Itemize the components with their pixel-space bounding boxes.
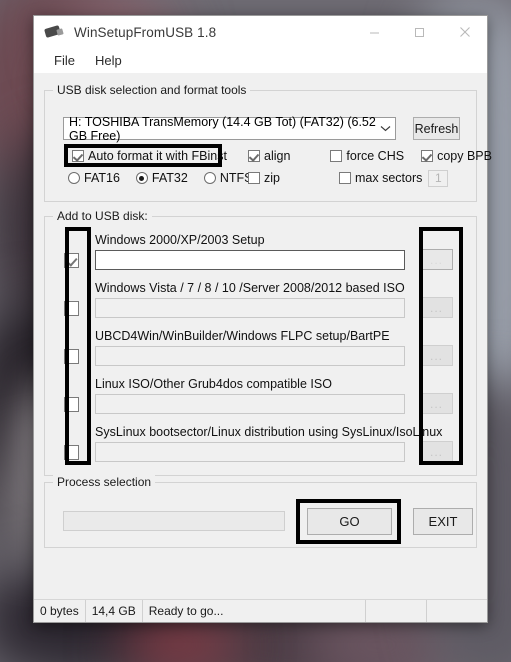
auto-format-label: Auto format it with FBinst [88, 149, 227, 163]
maximize-icon[interactable] [397, 16, 442, 48]
row-label: Windows 2000/XP/2003 Setup [95, 233, 265, 247]
chevron-down-icon[interactable] [376, 125, 395, 132]
add-row-syslinux: SysLinux bootsector/Linux distribution u… [53, 425, 468, 471]
row-path-input[interactable] [95, 298, 405, 318]
add-row-windows-vista-10: Windows Vista / 7 / 8 / 10 /Server 2008/… [53, 281, 468, 327]
status-bytes: 0 bytes [34, 600, 86, 622]
row-label: Linux ISO/Other Grub4dos compatible ISO [95, 377, 332, 391]
add-row-ubcd4win: UBCD4Win/WinBuilder/Windows FLPC setup/B… [53, 329, 468, 375]
usb-group-legend: USB disk selection and format tools [53, 83, 251, 97]
add-row-linux-iso: Linux ISO/Other Grub4dos compatible ISO … [53, 377, 468, 423]
progress-bar [63, 511, 285, 531]
row-path-input[interactable] [95, 346, 405, 366]
winsetupfromusb-window: WinSetupFromUSB 1.8 File Help USB disk s… [33, 15, 492, 623]
go-button[interactable]: GO [307, 508, 392, 535]
minimize-icon[interactable] [352, 16, 397, 48]
row-browse-button[interactable]: ... [420, 249, 453, 270]
fat16-radio[interactable] [68, 172, 80, 184]
row-browse-button[interactable]: ... [420, 345, 453, 366]
fat16-label: FAT16 [84, 171, 120, 185]
radio-fat16[interactable]: FAT16 [68, 171, 120, 185]
status-message: Ready to go... [143, 600, 366, 622]
row-browse-button[interactable]: ... [420, 393, 453, 414]
max-sectors-check-box[interactable] [338, 172, 351, 184]
max-sectors-input[interactable]: 1 [428, 169, 449, 187]
refresh-button[interactable]: Refresh [413, 117, 460, 140]
auto-format-checkbox[interactable]: Auto format it with FBinst [72, 149, 227, 163]
filesystem-radio-group: FAT16 FAT32 NTFS [68, 171, 252, 185]
status-capacity: 14,4 GB [86, 600, 143, 622]
menu-bar: File Help [34, 48, 487, 73]
status-spacer-2 [427, 600, 487, 622]
force-chs-check-box[interactable] [330, 150, 343, 162]
exit-button[interactable]: EXIT [413, 508, 473, 535]
copy-bpb-label: copy BPB [437, 149, 492, 163]
option-align[interactable]: align [248, 149, 290, 163]
force-chs-label: force CHS [346, 149, 405, 163]
option-max-sectors[interactable]: max sectors [338, 171, 423, 185]
status-bar: 0 bytes 14,4 GB Ready to go... [34, 599, 487, 622]
usb-drive-icon [43, 24, 65, 40]
row-checkbox[interactable] [64, 253, 79, 268]
format-options-group: align force CHS copy BPB zip max sectors… [248, 145, 492, 189]
row-label: Windows Vista / 7 / 8 / 10 /Server 2008/… [95, 281, 405, 295]
radio-ntfs[interactable]: NTFS [203, 171, 252, 185]
row-checkbox[interactable] [64, 301, 79, 316]
row-checkbox[interactable] [64, 397, 79, 412]
process-selection-group: Process selection GO EXIT [44, 475, 477, 548]
close-icon[interactable] [442, 16, 487, 48]
window-title: WinSetupFromUSB 1.8 [74, 24, 217, 40]
add-to-usb-group: Add to USB disk: Windows 2000/XP/2003 Se… [44, 209, 477, 476]
row-path-input[interactable] [95, 394, 405, 414]
add-row-windows-xp: Windows 2000/XP/2003 Setup ... [53, 233, 468, 279]
row-browse-button[interactable]: ... [420, 441, 453, 462]
fat32-radio[interactable] [135, 172, 148, 184]
title-bar[interactable]: WinSetupFromUSB 1.8 [34, 16, 487, 48]
menu-item-help[interactable]: Help [85, 51, 132, 70]
option-force-chs[interactable]: force CHS [330, 149, 404, 163]
row-path-input[interactable] [95, 442, 405, 462]
zip-check-box[interactable] [248, 172, 260, 184]
window-controls [352, 16, 487, 48]
usb-drive-select[interactable]: H: TOSHIBA TransMemory (14.4 GB Tot) (FA… [63, 114, 396, 143]
row-checkbox[interactable] [64, 445, 79, 460]
row-path-input[interactable] [95, 250, 405, 270]
option-copy-bpb[interactable]: copy BPB [421, 149, 492, 163]
row-label: UBCD4Win/WinBuilder/Windows FLPC setup/B… [95, 329, 390, 343]
max-sectors-label: max sectors [354, 171, 423, 185]
row-checkbox[interactable] [64, 349, 79, 364]
process-group-legend: Process selection [53, 475, 156, 489]
usb-disk-group: USB disk selection and format tools H: T… [44, 83, 492, 202]
add-group-legend: Add to USB disk: [53, 209, 152, 223]
row-label: SysLinux bootsector/Linux distribution u… [95, 425, 443, 439]
align-label: align [264, 149, 291, 163]
option-zip[interactable]: zip [248, 171, 280, 185]
radio-fat32[interactable]: FAT32 [135, 171, 188, 185]
menu-item-file[interactable]: File [44, 51, 85, 70]
zip-label: zip [264, 171, 280, 185]
row-browse-button[interactable]: ... [420, 297, 453, 318]
window-client-area: USB disk selection and format tools H: T… [34, 73, 492, 599]
auto-format-check-box[interactable] [72, 150, 84, 162]
align-check-box[interactable] [248, 150, 260, 162]
fat32-label: FAT32 [151, 171, 188, 185]
copy-bpb-check-box[interactable] [421, 150, 434, 162]
usb-drive-value: H: TOSHIBA TransMemory (14.4 GB Tot) (FA… [69, 114, 376, 143]
status-spacer-1 [366, 600, 427, 622]
ntfs-radio[interactable] [203, 172, 216, 184]
